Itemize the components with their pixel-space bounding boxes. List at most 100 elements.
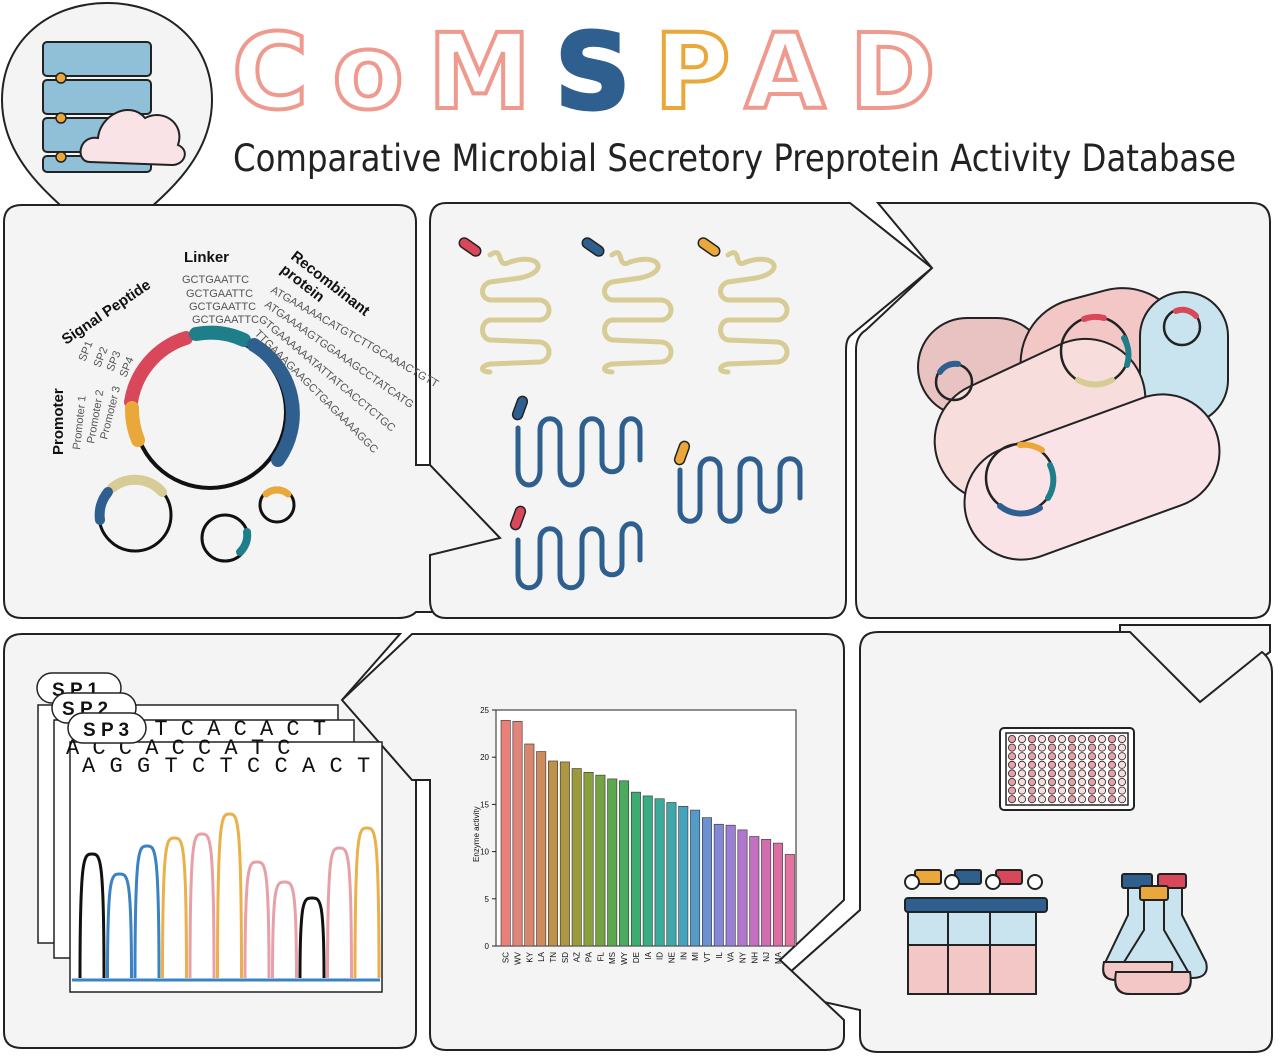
well xyxy=(1068,743,1077,752)
y-tick-label: 5 xyxy=(485,895,490,904)
well xyxy=(1018,795,1027,804)
well xyxy=(1008,778,1017,787)
y-tick-label: 10 xyxy=(480,848,489,857)
well xyxy=(1088,752,1097,761)
well xyxy=(1058,778,1067,787)
well xyxy=(1118,760,1127,769)
bar xyxy=(571,768,582,947)
well xyxy=(1018,760,1027,769)
well xyxy=(1098,760,1107,769)
x-tick-label: ID xyxy=(656,952,665,960)
x-tick-label: DE xyxy=(632,952,641,963)
well xyxy=(1088,778,1097,787)
well xyxy=(1118,752,1127,761)
well xyxy=(1008,760,1017,769)
well xyxy=(1048,760,1057,769)
well xyxy=(1058,752,1067,761)
well xyxy=(1108,795,1117,804)
x-tick-label: IN xyxy=(679,952,688,960)
bar xyxy=(749,836,760,947)
front-base: A xyxy=(82,754,96,779)
well xyxy=(1008,786,1017,795)
well xyxy=(1118,769,1127,778)
well xyxy=(1068,760,1077,769)
front-base: C xyxy=(247,754,260,779)
well xyxy=(1028,769,1037,778)
well xyxy=(1028,778,1037,787)
well xyxy=(1038,795,1047,804)
well xyxy=(1018,778,1027,787)
well xyxy=(1088,760,1097,769)
x-tick-label: SD xyxy=(561,952,570,963)
well xyxy=(1028,743,1037,752)
well xyxy=(1098,786,1107,795)
x-tick-label: PA xyxy=(585,951,594,962)
well xyxy=(1038,769,1047,778)
bar xyxy=(548,760,558,947)
well xyxy=(1028,795,1037,804)
y-tick-label: 25 xyxy=(480,706,489,715)
sp3-tag: S P 3 xyxy=(83,720,129,741)
bar xyxy=(773,842,783,947)
front-base: A xyxy=(302,754,316,779)
bar xyxy=(559,761,570,947)
well xyxy=(1108,786,1117,795)
title: CoMSPAD xyxy=(230,9,960,135)
x-tick-label: WY xyxy=(620,951,629,965)
linker-label: Linker xyxy=(184,249,229,266)
bar xyxy=(737,829,748,947)
well xyxy=(1108,769,1117,778)
front-base: C xyxy=(330,754,343,779)
well xyxy=(1068,752,1077,761)
well xyxy=(1038,778,1047,787)
bar xyxy=(607,778,618,947)
svg-text:GCTGAATTC: GCTGAATTC xyxy=(189,301,256,313)
svg-text:GCTGAATTC: GCTGAATTC xyxy=(192,314,259,326)
well xyxy=(1098,735,1107,744)
x-tick-label: NJ xyxy=(762,952,771,962)
svg-text:CoMSPAD: CoMSPAD xyxy=(232,11,960,133)
bar xyxy=(524,743,535,947)
bar xyxy=(583,772,594,947)
bar xyxy=(713,823,724,947)
front-base: T xyxy=(220,754,233,779)
well xyxy=(1048,786,1057,795)
y-tick-label: 20 xyxy=(480,753,489,762)
x-tick-label: IA xyxy=(644,951,653,959)
title-letter-2: M xyxy=(428,11,556,133)
x-tick-label: SC xyxy=(502,952,511,963)
bar xyxy=(666,802,677,947)
well xyxy=(1068,735,1077,744)
well xyxy=(1038,735,1047,744)
x-tick-label: VA xyxy=(727,951,736,962)
front-base: T xyxy=(357,754,370,779)
y-tick-label: 0 xyxy=(485,942,490,951)
x-tick-label: VT xyxy=(703,952,712,962)
title-letter-4: P xyxy=(654,11,745,133)
well xyxy=(1078,743,1087,752)
well xyxy=(1088,735,1097,744)
svg-text:Promoter: Promoter xyxy=(50,388,67,455)
bar xyxy=(630,791,641,947)
well xyxy=(1018,786,1027,795)
x-tick-label: NY xyxy=(738,951,747,963)
well xyxy=(1048,795,1057,804)
enzyme-activity-chart: 0 5 10 15 20 25 SC WV KY LA TN SD AZ PA FL MS WY DE IA ID NE… xyxy=(472,706,797,965)
bar xyxy=(512,721,523,947)
well xyxy=(1008,769,1017,778)
bar xyxy=(642,795,653,947)
well xyxy=(1108,743,1117,752)
well xyxy=(1078,786,1087,795)
bar xyxy=(536,751,547,947)
well xyxy=(1078,752,1087,761)
well xyxy=(1058,769,1067,778)
x-tick-label: KY xyxy=(525,951,534,962)
well xyxy=(1058,786,1067,795)
well xyxy=(1078,735,1087,744)
well xyxy=(1068,795,1077,804)
well xyxy=(1048,735,1057,744)
well xyxy=(1008,795,1017,804)
x-tick-label: WV xyxy=(514,951,523,965)
bar xyxy=(500,720,511,947)
front-base: G xyxy=(110,754,123,779)
